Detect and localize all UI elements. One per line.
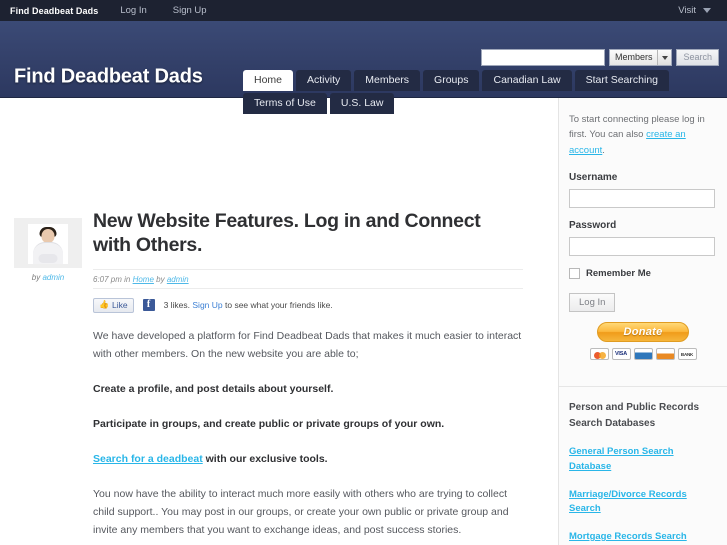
post-meta-by: by (153, 274, 167, 284)
post-paragraph-4: Search for a deadbeat with our exclusive… (93, 450, 523, 468)
records-section-heading: Person and Public Records Search Databas… (569, 402, 700, 429)
mastercard-icon (589, 348, 609, 361)
donate-button[interactable]: Donate (597, 322, 689, 343)
username-input[interactable] (569, 189, 715, 209)
username-label: Username (569, 172, 618, 184)
nav-item-groups[interactable]: Groups (423, 70, 480, 91)
post-category-link[interactable]: Home (133, 275, 154, 284)
remember-me-row[interactable]: Remember Me (569, 268, 717, 280)
search-scope-select[interactable]: Members (608, 49, 673, 66)
admin-bar-signup-link[interactable]: Sign Up (173, 5, 207, 16)
facebook-signup-link[interactable]: Sign Up (192, 300, 222, 310)
site-search-form: Members Search (480, 49, 719, 66)
sidebar-login-intro: To start connecting please log in first.… (569, 112, 717, 158)
post-paragraph-2: Create a profile, and post details about… (93, 382, 334, 395)
author-name-link[interactable]: admin (42, 273, 64, 282)
user-avatar-photo[interactable] (28, 224, 68, 264)
marriage-divorce-records-link[interactable]: Marriage/Divorce Records Search (569, 488, 717, 517)
remember-me-checkbox[interactable] (569, 268, 580, 280)
visa-icon: VISA (611, 348, 631, 361)
post-article: New Website Features. Log in and Connect… (93, 98, 543, 545)
nav-item-activity[interactable]: Activity (296, 70, 352, 91)
likes-suffix-text: to see what your friends like. (222, 300, 333, 311)
donate-widget: Donate VISA BANK (569, 322, 717, 361)
password-input[interactable] (569, 237, 715, 257)
password-label: Password (569, 220, 617, 232)
author-by-word: by (31, 273, 43, 282)
nav-item-members[interactable]: Members (354, 70, 421, 91)
post-paragraph-3: Participate in groups, and create public… (93, 417, 445, 430)
main-content: by admin New Website Features. Log in an… (0, 98, 558, 545)
search-deadbeat-link[interactable]: Search for a deadbeat (93, 453, 203, 465)
admin-bar-visit-link[interactable]: Visit (678, 5, 696, 16)
thumbs-up-icon: 👍 (99, 300, 109, 310)
facebook-like-button[interactable]: 👍 Like (93, 297, 134, 313)
facebook-icon: f (142, 299, 155, 312)
facebook-like-row: 👍 Like f 3 likes. Sign Up to see what yo… (93, 297, 523, 313)
admin-bar-right: Visit (678, 5, 717, 16)
discover-icon (655, 348, 675, 361)
remember-me-label: Remember Me (586, 268, 651, 280)
author-card (14, 218, 82, 268)
likes-count-text: 3 likes. (163, 300, 193, 311)
nav-item-canadian-law[interactable]: Canadian Law (482, 70, 572, 91)
post-paragraph-5: You now have the ability to interact muc… (93, 487, 509, 536)
post-paragraph-4-text: with our exclusive tools. (202, 452, 328, 465)
site-title[interactable]: Find Deadbeat Dads (14, 66, 203, 89)
post-paragraph-1: We have developed a platform for Find De… (93, 329, 522, 360)
author-byline: by admin (14, 273, 82, 282)
facebook-like-label: Like (111, 300, 128, 311)
admin-bar-brand[interactable]: Find Deadbeat Dads (10, 6, 98, 16)
facebook-likes-text: 3 likes. Sign Up to see what your friend… (164, 300, 333, 310)
nav-row-primary: Home Activity Members Groups Canadian La… (243, 70, 713, 91)
post-time: 6:07 pm (93, 274, 122, 284)
search-input[interactable] (480, 49, 605, 66)
search-scope-label: Members (614, 52, 653, 62)
caret-down-icon[interactable] (703, 8, 711, 13)
sidebar: To start connecting please log in first.… (558, 98, 727, 545)
post-meta: 6:07 pm in Home by admin (93, 268, 523, 289)
post-meta-in: in (121, 274, 133, 284)
page-title: New Website Features. Log in and Connect… (93, 210, 481, 256)
bank-icon: BANK (677, 348, 697, 361)
mortgage-records-link[interactable]: Mortgage Records Search (569, 530, 717, 545)
nav-item-home[interactable]: Home (243, 70, 294, 91)
post-author-box: by admin (14, 218, 82, 282)
sidebar-login-widget: To start connecting please log in first.… (559, 98, 727, 372)
site-header: Find Deadbeat Dads Members Search Home A… (0, 21, 727, 114)
nav-item-start-searching[interactable]: Start Searching (574, 70, 669, 91)
admin-bar-login-link[interactable]: Log In (120, 5, 146, 16)
admin-bar: Find Deadbeat Dads Log In Sign Up Visit (0, 0, 727, 21)
page-body: by admin New Website Features. Log in an… (0, 98, 727, 545)
intro-after-text: . (602, 144, 605, 156)
amex-icon (633, 348, 653, 361)
post-author-link[interactable]: admin (167, 275, 189, 284)
search-submit-button[interactable]: Search (676, 49, 719, 66)
payment-card-icons: VISA BANK (569, 348, 717, 361)
records-links-list: General Person Search Database Marriage/… (559, 445, 727, 545)
login-button[interactable]: Log In (569, 293, 616, 313)
general-person-search-link[interactable]: General Person Search Database (569, 445, 717, 474)
search-scope-caret-icon[interactable] (657, 50, 672, 65)
